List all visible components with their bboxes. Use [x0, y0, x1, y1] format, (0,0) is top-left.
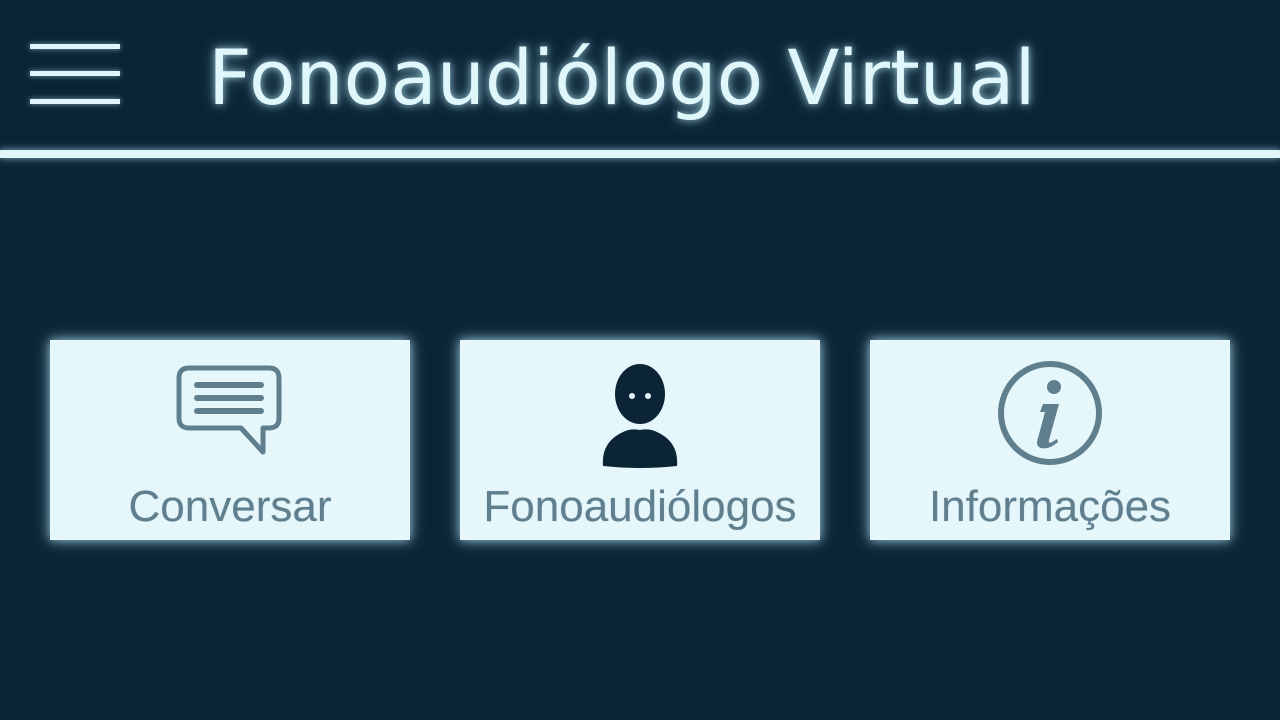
- main-menu-tiles: Conversar Fonoaudiólogos Informações: [0, 0, 1280, 720]
- info-icon: [998, 361, 1102, 465]
- app-screen: Fonoaudiólogo Virtual Conversar Fonoaudi…: [0, 0, 1280, 720]
- conversar-button[interactable]: Conversar: [50, 340, 410, 540]
- chat-bubble-icon: [176, 365, 282, 455]
- conversar-label: Conversar: [128, 482, 332, 531]
- informacoes-label: Informações: [928, 482, 1172, 531]
- person-icon: [602, 364, 678, 468]
- fonoaudiologos-button[interactable]: Fonoaudiólogos: [460, 340, 820, 540]
- informacoes-button[interactable]: Informações: [870, 340, 1230, 540]
- fonoaudiologos-label: Fonoaudiólogos: [483, 482, 797, 531]
